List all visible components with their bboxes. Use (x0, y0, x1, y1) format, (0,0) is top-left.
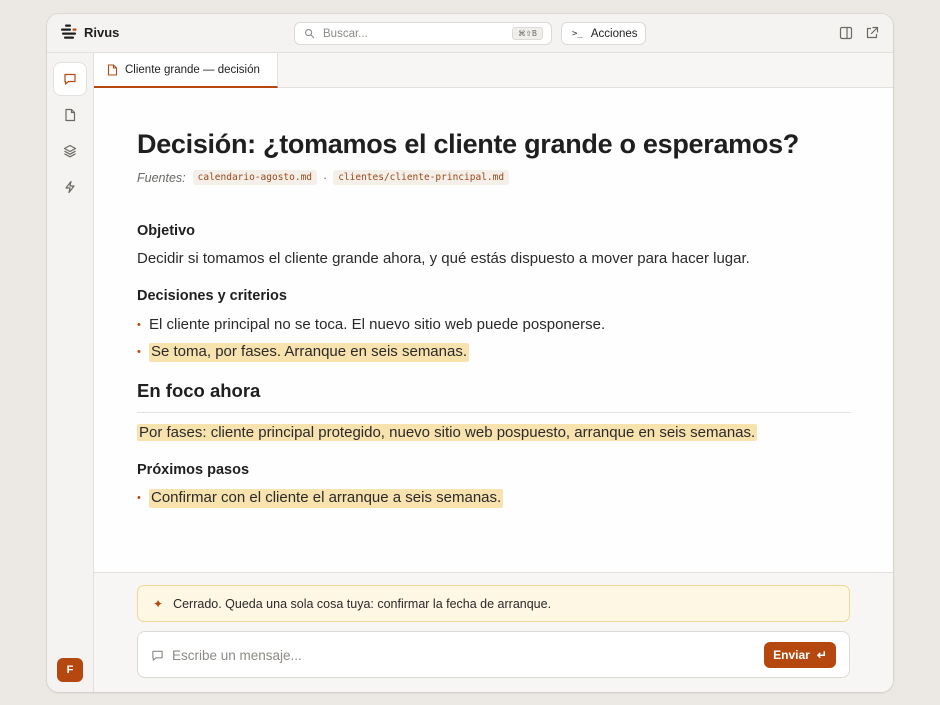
sidebar-item-chat[interactable] (54, 63, 86, 95)
criteria-text: El cliente principal no se toca. El nuev… (149, 316, 606, 333)
bullet-icon: • (137, 492, 141, 504)
sidebar-item-layers[interactable] (54, 135, 86, 167)
page-title: Decisión: ¿tomamos el cliente grande o e… (137, 129, 799, 159)
objective-heading: Objetivo (137, 223, 196, 239)
bullet-icon: • (137, 346, 141, 358)
brand: Rivus (60, 23, 119, 41)
message-input[interactable] (172, 646, 732, 664)
sidebar-item-document[interactable] (54, 99, 86, 131)
focus-text: Por fases: cliente principal protegido, … (137, 424, 758, 441)
search-shortcut: ⌘⇧B (512, 27, 543, 40)
focus-heading: En foco ahora (137, 380, 851, 413)
search-icon (305, 29, 315, 39)
sources-label: Fuentes: (137, 170, 186, 185)
list-item: • Se toma, por fases. Arranque en seis s… (137, 343, 470, 362)
sidebar: F (47, 53, 94, 692)
document-view: Decisión: ¿tomamos el cliente grande o e… (94, 88, 893, 572)
search-box[interactable]: ⌘⇧B (294, 22, 552, 45)
actions-button[interactable]: >_ Acciones (561, 22, 646, 45)
message-composer[interactable]: Enviar ↵ (137, 631, 850, 678)
sidebar-item-bolt[interactable] (54, 171, 86, 203)
sparkle-icon: ✦ (153, 596, 164, 611)
chat-footer: ✦ Cerrado. Queda una sola cosa tuya: con… (94, 572, 893, 692)
status-notice: ✦ Cerrado. Queda una sola cosa tuya: con… (137, 585, 850, 622)
logo-icon (61, 24, 77, 39)
external-link-icon[interactable] (865, 26, 879, 40)
document-icon (65, 108, 76, 122)
app-window: Rivus ⌘⇧B >_ Acciones (47, 14, 893, 692)
source-link[interactable]: calendario-agosto.md (192, 170, 318, 185)
focus-text-highlighted: Por fases: cliente principal protegido, … (137, 424, 758, 441)
tab-label: Cliente grande — decisión (125, 63, 260, 76)
app-name: Rivus (84, 24, 120, 40)
title-bar: Rivus ⌘⇧B >_ Acciones (47, 14, 893, 53)
send-button[interactable]: Enviar ↵ (764, 642, 836, 668)
sources-separator: · (323, 170, 328, 185)
send-label: Enviar (773, 648, 810, 662)
enter-icon: ↵ (816, 648, 827, 662)
objective-text: Decidir si tomamos el cliente grande aho… (137, 250, 750, 267)
tab-bar: Cliente grande — decisión (94, 53, 893, 88)
chat-icon (152, 650, 163, 661)
criteria-text-highlighted: Se toma, por fases. Arranque en seis sem… (149, 343, 470, 362)
search-input[interactable] (323, 26, 503, 42)
bolt-icon (65, 180, 75, 194)
bullet-icon: • (137, 319, 141, 331)
criteria-heading: Decisiones y criterios (137, 288, 287, 304)
avatar[interactable]: F (57, 658, 83, 682)
next-steps-heading: Próximos pasos (137, 462, 250, 478)
list-item: • Confirmar con el cliente el arranque a… (137, 489, 504, 508)
actions-label: Acciones (590, 27, 638, 40)
split-view-icon[interactable] (839, 26, 853, 40)
terminal-icon: >_ (572, 28, 583, 39)
list-item: • El cliente principal no se toca. El nu… (137, 316, 605, 335)
next-step-text: Confirmar con el cliente el arranque a s… (149, 489, 504, 508)
notice-text: Cerrado. Queda una sola cosa tuya: confi… (173, 596, 552, 611)
document-icon (107, 63, 118, 76)
chat-icon (64, 73, 76, 85)
sources: Fuentes: calendario-agosto.md · clientes… (137, 170, 510, 185)
source-link[interactable]: clientes/cliente-principal.md (333, 170, 510, 185)
tab-document[interactable]: Cliente grande — decisión (94, 53, 278, 88)
layers-icon (63, 144, 77, 158)
